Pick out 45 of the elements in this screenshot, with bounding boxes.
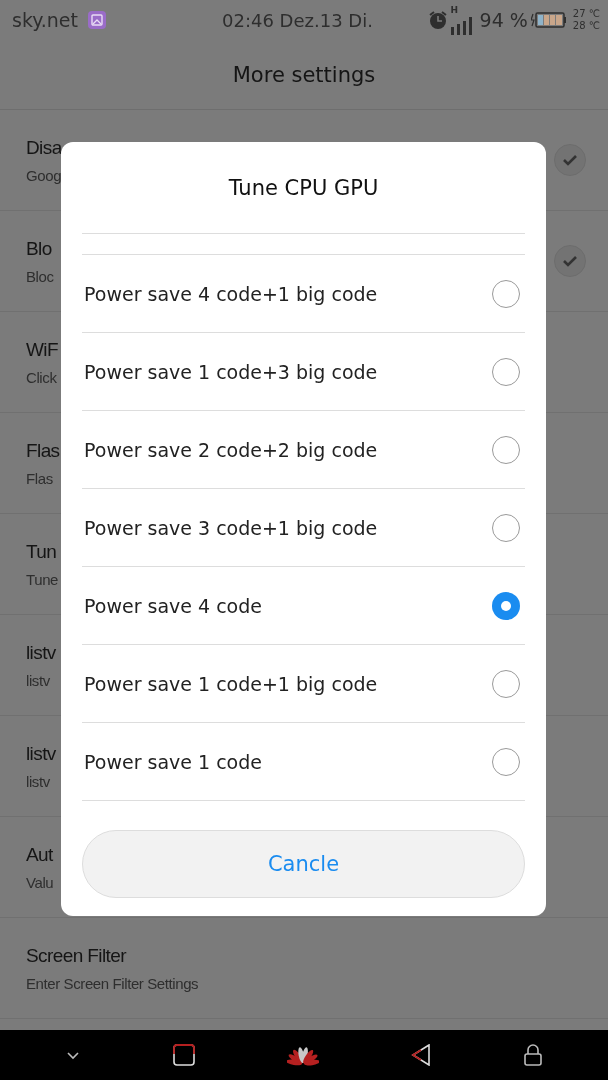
setting-title: listv	[26, 641, 56, 664]
setting-subtitle: Enter Screen Filter Settings	[26, 974, 199, 992]
checkbox[interactable]	[554, 245, 586, 277]
setting-title: Disa	[26, 136, 62, 159]
lock-icon	[523, 1044, 542, 1066]
setting-title: WiF	[26, 338, 58, 361]
clock: 02:46 Dez.13 Di.	[222, 9, 374, 31]
setting-title: listv	[26, 742, 56, 765]
setting-title: Aut	[26, 843, 53, 866]
option-label[interactable]: Power save 4 code	[84, 594, 262, 617]
setting-title: Tun	[26, 540, 57, 563]
option-label[interactable]: Power save 1 code+3 big code	[84, 360, 378, 383]
network-type: H	[450, 5, 459, 15]
page-title: More settings	[232, 62, 376, 87]
setting-title: Screen Filter	[26, 944, 126, 967]
battery-percent: 94 %	[479, 9, 528, 31]
temperature: 27 ℃	[572, 8, 600, 20]
chevron-down-icon	[66, 1050, 81, 1060]
option-label[interactable]: Power save 3 code+1 big code	[84, 516, 378, 539]
setting-subtitle: Tune	[26, 570, 59, 588]
setting-subtitle: Flas	[26, 469, 53, 487]
battery-icon	[530, 12, 567, 28]
setting-subtitle: Goog	[26, 166, 62, 184]
option-label[interactable]: Power save 2 code+2 big code	[84, 438, 378, 461]
alarm-icon	[427, 10, 448, 30]
carrier-name: sky.net	[12, 9, 78, 31]
setting-subtitle: listv	[26, 671, 50, 689]
square-icon	[172, 1044, 195, 1066]
back-icon	[411, 1044, 432, 1066]
checkbox[interactable]	[554, 144, 586, 176]
settings-row[interactable]: Screen Filter Enter Screen Filter Settings	[0, 918, 608, 1019]
setting-subtitle: Click	[26, 368, 57, 386]
option-label[interactable]: Power save 4 code+1 big code	[84, 282, 378, 305]
setting-subtitle: listv	[26, 772, 50, 790]
option-label[interactable]: Power save 1 code	[84, 750, 262, 773]
option-label[interactable]: Power save 1 code+1 big code	[84, 672, 378, 695]
setting-subtitle: Valu	[26, 873, 54, 891]
flower-logo-icon	[286, 1044, 319, 1066]
temperature: 28 ℃	[572, 20, 600, 32]
radio-button[interactable]	[492, 591, 520, 620]
setting-title: Blo	[26, 237, 52, 260]
setting-title: Flas	[26, 439, 60, 462]
dialog-title: Tune CPU GPU	[82, 142, 525, 234]
setting-subtitle: Bloc	[26, 267, 54, 285]
image-icon	[88, 11, 106, 29]
